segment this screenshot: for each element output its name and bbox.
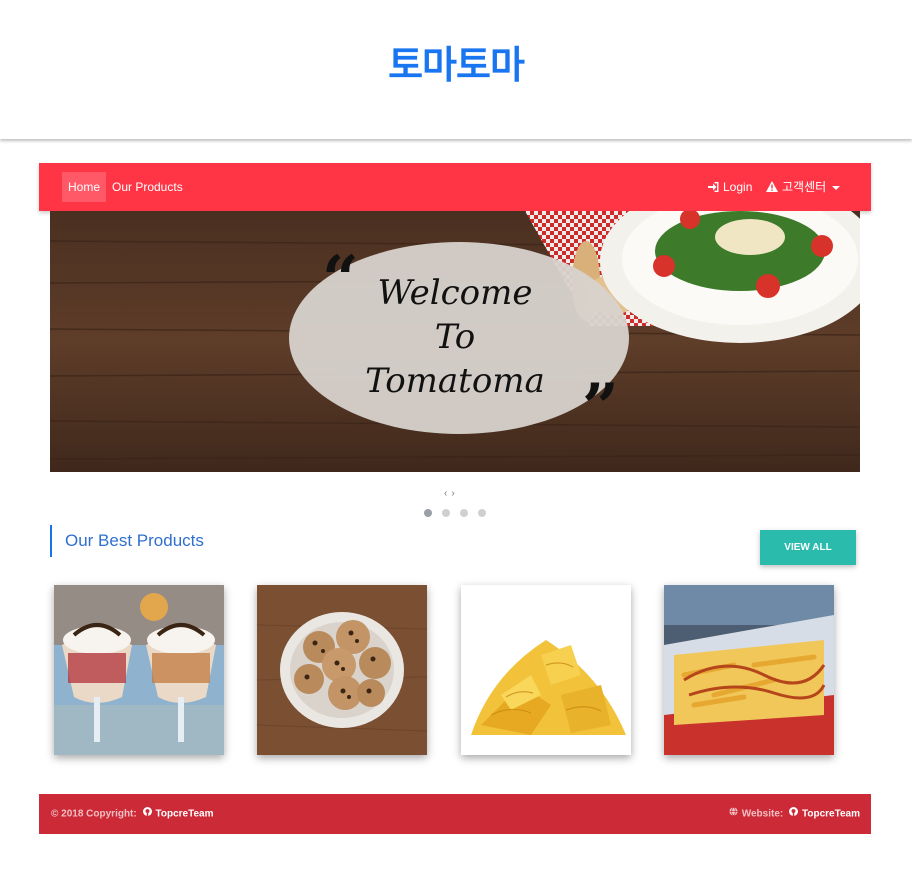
footer-website-link[interactable]: TopcreTeam <box>802 809 860 820</box>
footer-copyright: © 2018 Copyright: TopcreTeam <box>51 794 213 835</box>
potato-chips-image <box>461 585 631 755</box>
nav-login[interactable]: Login <box>702 172 758 202</box>
french-fries-image <box>664 585 834 755</box>
hero-text-line-1: Welcome <box>377 273 533 313</box>
nav-home[interactable]: Home <box>62 172 107 202</box>
nav-login-label: Login <box>723 180 753 194</box>
footer-copyright-prefix: © 2018 Copyright: <box>51 808 137 820</box>
carousel-indicator-4[interactable] <box>478 509 486 517</box>
product-card-cookies[interactable] <box>257 585 427 755</box>
nav-customer-center-label: 고객센터 <box>782 180 827 194</box>
site-logo[interactable]: 토마토마 <box>0 34 912 89</box>
main-navbar: Home Our Products Login 고객센터 <box>39 163 871 211</box>
best-products-title: Our Best Products <box>50 525 204 557</box>
product-card-fries[interactable] <box>664 585 834 755</box>
nav-customer-center-dropdown[interactable]: 고객센터 <box>760 172 846 202</box>
carousel-indicator-2[interactable] <box>442 509 450 517</box>
carousel-next-icon[interactable]: › <box>451 488 458 499</box>
hero-text-line-2: To <box>434 317 476 357</box>
ice-cream-sundae-image <box>54 585 224 755</box>
chevron-down-icon <box>832 185 841 190</box>
carousel-indicator-1[interactable] <box>424 509 432 517</box>
carousel-indicator-3[interactable] <box>460 509 468 517</box>
hero-text-line-3: Tomatoma <box>365 361 545 401</box>
hero-carousel[interactable]: “ ” Welcome To Tomatoma <box>50 211 860 472</box>
product-card-chips[interactable] <box>461 585 631 755</box>
product-card-ice-cream[interactable] <box>54 585 224 755</box>
github-icon <box>142 794 152 834</box>
globe-icon <box>729 794 738 834</box>
footer-website-prefix: Website: <box>741 808 784 820</box>
footer-copyright-link[interactable]: TopcreTeam <box>156 809 214 820</box>
chocolate-chip-cookies-image <box>257 585 427 755</box>
sign-in-icon <box>708 173 719 203</box>
site-footer: © 2018 Copyright: TopcreTeam Website: To… <box>39 794 871 834</box>
view-all-button[interactable]: VIEW ALL <box>760 530 856 565</box>
site-header: 토마토마 <box>0 0 912 139</box>
warning-icon <box>766 173 778 203</box>
footer-website: Website: TopcreTeam <box>729 794 860 835</box>
nav-our-products[interactable]: Our Products <box>106 172 189 202</box>
github-icon <box>789 794 799 834</box>
carousel-arrows: ‹› <box>444 488 459 499</box>
